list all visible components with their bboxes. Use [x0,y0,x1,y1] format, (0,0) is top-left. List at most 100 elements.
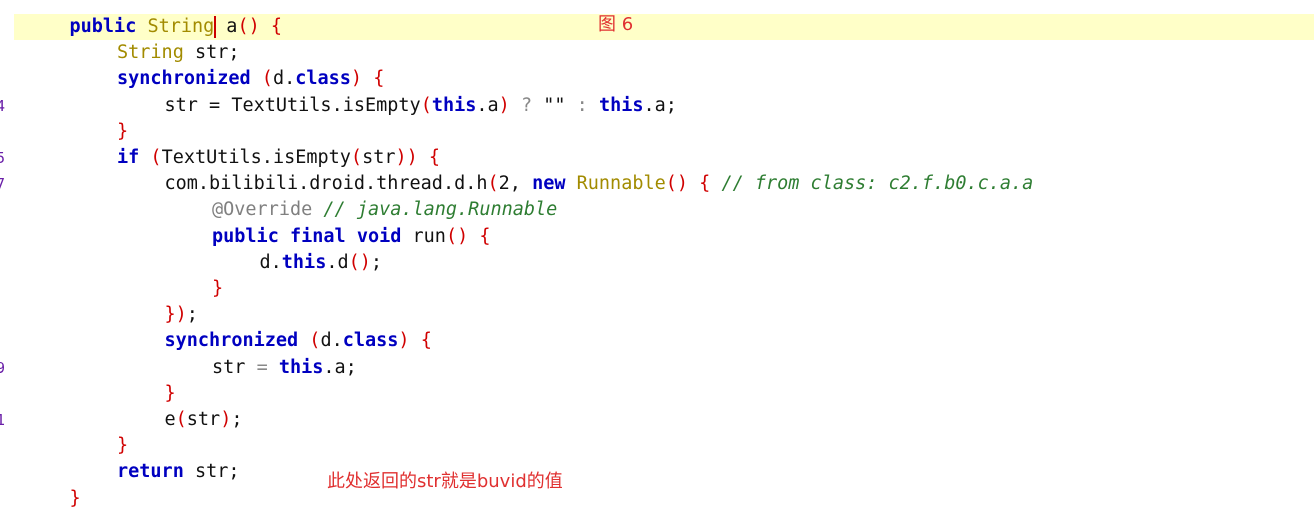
line-number [0,119,8,145]
code-line[interactable]: 5 if (TextUtils.isEmpty(str)) { [0,145,1314,171]
code-line[interactable]: } [0,119,1314,145]
code-line[interactable]: } [0,276,1314,302]
code-token: final [289,225,346,247]
line-number [0,433,8,459]
code-token: new [532,173,566,195]
code-text: }); [165,302,198,328]
line-number [0,302,8,328]
code-token: ) [220,409,232,430]
code-token: } [117,120,129,142]
code-line[interactable]: } [0,433,1314,459]
code-token: .a; [643,94,677,116]
code-token: TextUtils.isEmpty [161,147,351,168]
figure-label: 图 6 [598,14,634,35]
code-line[interactable]: @Override // java.lang.Runnable [0,197,1314,223]
code-line[interactable]: public String a() { [0,14,1314,40]
code-line[interactable]: 9 str = this.a; [0,355,1314,381]
code-text: } [117,119,128,145]
code-token: public [212,225,279,247]
code-token: } [164,382,176,404]
line-number [0,381,8,407]
code-token: com.bilibili.droid.thread.d.h [164,173,488,195]
line-number: 5 [0,149,6,167]
code-line[interactable]: public final void run() { [0,224,1314,250]
code-text: } [165,381,176,407]
line-number [0,66,8,92]
code-token: public [69,16,137,37]
code-token: )) [395,147,418,168]
code-line[interactable]: synchronized (d.class) { [0,66,1314,92]
code-token: str; [183,42,240,64]
code-token: class [295,68,351,90]
code-token: return [117,461,184,483]
code-line[interactable]: }); [0,302,1314,328]
line-number [0,328,8,354]
code-token: ( [175,409,187,430]
code-line[interactable]: } [0,381,1314,407]
text-cursor [214,16,217,38]
code-line[interactable]: synchronized (d.class) { [0,328,1314,354]
code-text: d.this.d(); [260,250,383,276]
code-editor[interactable]: public String a() {String str; synchronize… [0,0,1314,525]
code-text: } [117,433,128,459]
line-number [0,276,8,302]
code-token: synchronized [117,68,251,90]
code-text: synchronized (d.class) { [117,66,384,92]
code-token: () [348,251,371,273]
code-line[interactable]: return str; [0,459,1314,485]
code-token: ) [350,68,363,90]
code-token: this [281,251,327,273]
code-token: { [270,16,282,37]
code-token: }) [164,304,187,326]
code-token: { [428,147,441,168]
code-token: this [598,94,644,116]
code-token: ( [261,68,273,90]
code-token: if [117,147,140,168]
code-token: @Override [212,199,313,221]
code-token: str [362,147,396,168]
code-line[interactable]: String str; [0,40,1314,66]
code-token: e [164,409,176,430]
code-token: this [278,356,324,378]
code-token: // from class: c2.f.b0.c.a.a [721,173,1034,195]
code-token: { [699,173,711,195]
code-line[interactable]: 1 e(str); [0,407,1314,433]
code-token: String [117,42,184,64]
code-token: : [576,94,588,116]
code-text: @Override // java.lang.Runnable [212,197,557,223]
code-token: ; [186,304,198,326]
code-text: if (TextUtils.isEmpty(str)) { [117,145,440,171]
code-token: this [431,94,477,116]
code-token: str = TextUtils.isEmpty [164,94,421,116]
code-text: } [212,276,223,302]
line-number [0,486,8,512]
code-line[interactable]: } [0,486,1314,512]
code-token: ; [231,409,243,430]
code-line[interactable]: d.this.d(); [0,250,1314,276]
code-token: d. [259,251,282,273]
code-token: a [226,16,238,37]
line-number: 9 [0,358,6,377]
code-token: { [373,68,385,90]
return-value-note: 此处返回的str就是buvid的值 [327,471,563,492]
code-text: public final void run() { [212,224,491,250]
code-line[interactable]: 4 str = TextUtils.isEmpty(this.a) ? "" : … [0,93,1314,119]
line-number: 4 [0,96,6,115]
code-token: d. [272,68,296,90]
code-line[interactable]: 7 com.bilibili.droid.thread.d.h(2, new Ru… [0,171,1314,197]
code-token: // java.lang.Runnable [323,199,558,221]
